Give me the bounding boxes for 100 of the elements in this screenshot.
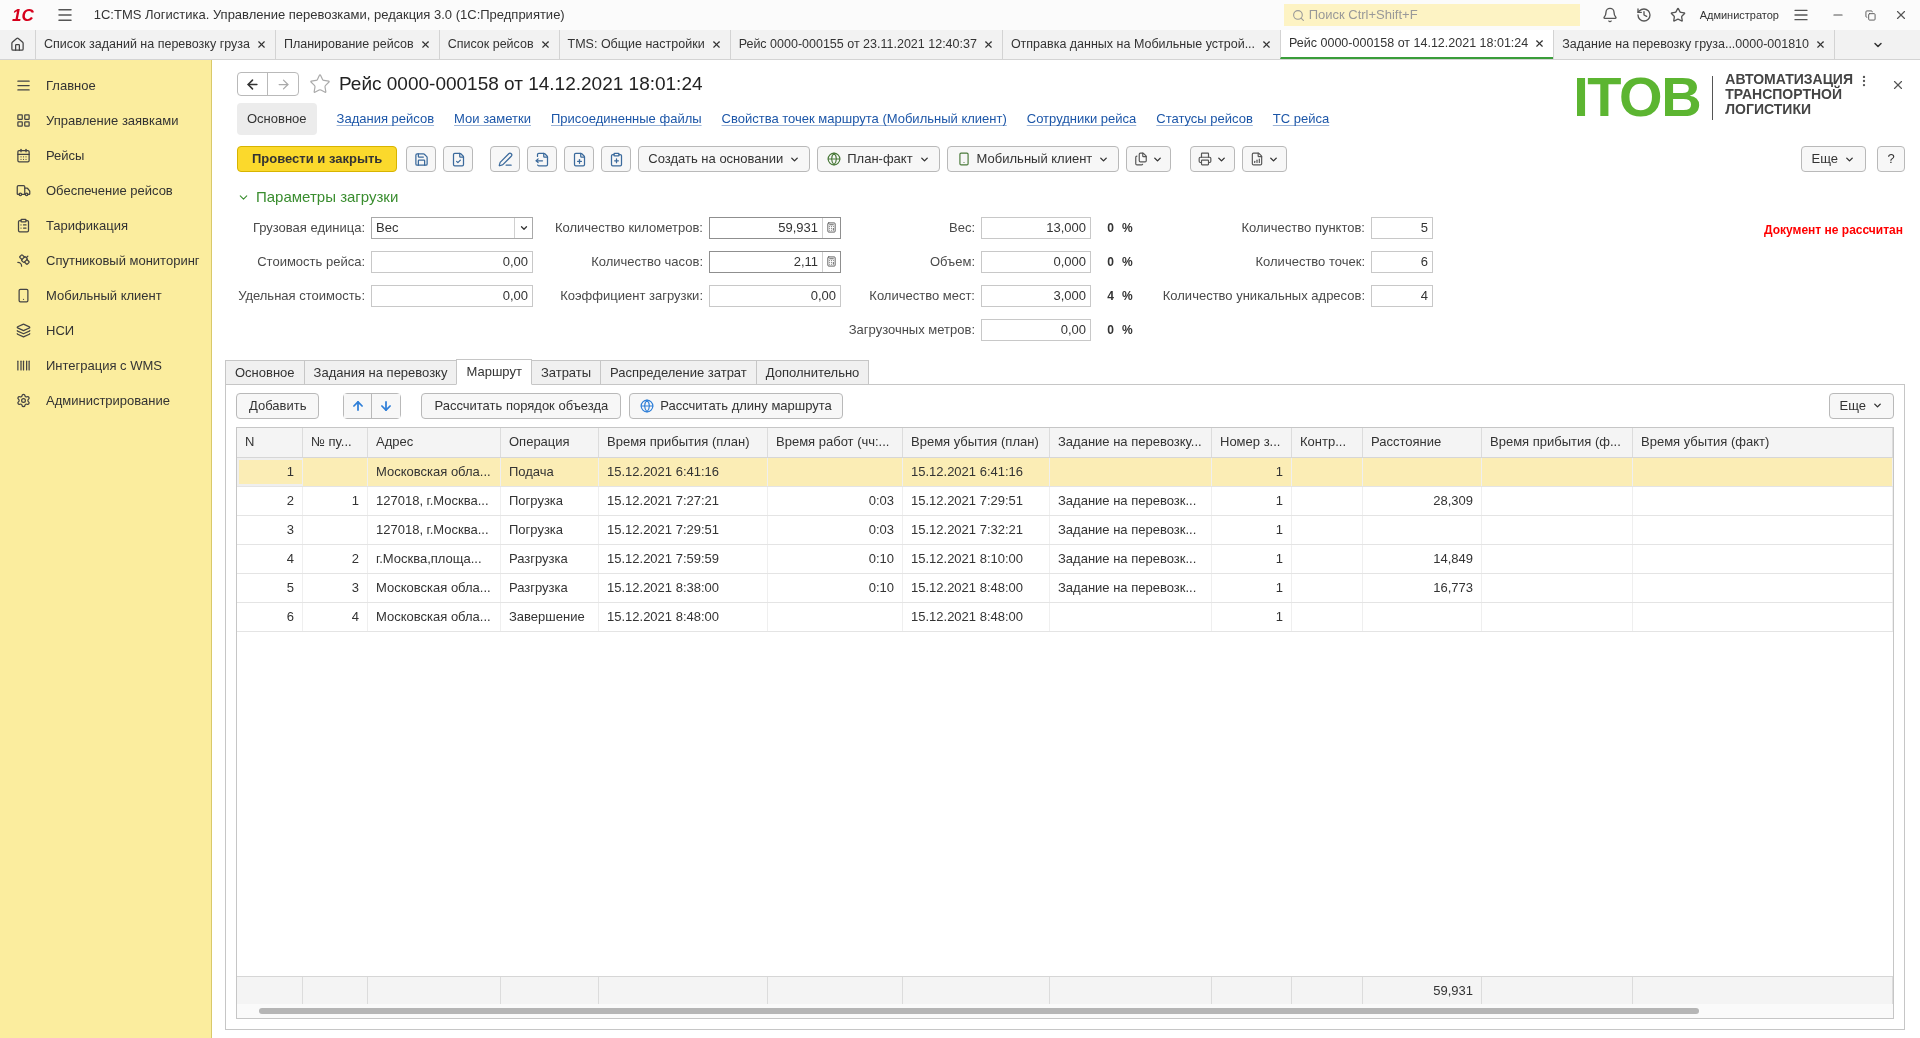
number-field[interactable]: 4 — [1371, 284, 1433, 307]
sidebar-item[interactable]: Обеспечение рейсов — [0, 173, 211, 208]
nav-link[interactable]: ТС рейса — [1272, 109, 1330, 129]
column-header[interactable]: Время убытия (план) — [903, 427, 1050, 457]
column-header[interactable]: Задание на перевозку... — [1050, 427, 1212, 457]
more-button[interactable]: Еще — [1828, 392, 1894, 419]
user-name[interactable]: Администратор — [1699, 6, 1779, 24]
column-header[interactable]: Время работ (чч:... — [768, 427, 903, 457]
menu-button[interactable] — [1242, 146, 1288, 172]
nav-link[interactable]: Задания рейсов — [336, 109, 435, 129]
document-tab[interactable]: Рейс 0000-000158 от 14.12.2021 18:01:24 — [1280, 30, 1554, 59]
form-tab[interactable]: Основное — [225, 359, 305, 385]
column-header[interactable]: Время прибытия (ф... — [1482, 427, 1633, 457]
menu-icon[interactable] — [1793, 7, 1809, 23]
form-tab[interactable]: Распределение затрат — [600, 359, 757, 385]
move-down-button[interactable] — [372, 393, 401, 418]
toolbar-button[interactable] — [443, 146, 474, 172]
menu-button[interactable]: Создать на основании — [638, 146, 811, 172]
number-field[interactable]: 3,000 — [981, 284, 1091, 307]
close-icon[interactable] — [539, 39, 551, 50]
column-header[interactable]: Расстояние — [1363, 427, 1482, 457]
column-header[interactable]: Время прибытия (план) — [599, 427, 768, 457]
toolbar-button[interactable] — [406, 146, 437, 172]
bell-icon[interactable] — [1601, 7, 1618, 23]
nav-link[interactable]: Сотрудники рейса — [1026, 109, 1137, 129]
post-and-close-button[interactable]: Провести и закрыть — [237, 146, 398, 172]
number-field[interactable]: 0,000 — [981, 250, 1091, 273]
back-icon[interactable] — [245, 76, 260, 92]
table-row[interactable]: 5 3 Московская обла... Разгрузка 15.12.2021 8:38:00 0:10 15.12.2021 8:48:00 Задание на перевозк... 1 16,773 — [237, 573, 1893, 603]
nav-link[interactable]: Присоединенные файлы — [551, 109, 702, 129]
horizontal-scrollbar[interactable] — [237, 1004, 1893, 1018]
home-icon[interactable] — [10, 37, 25, 52]
close-icon[interactable] — [1894, 8, 1908, 22]
form-tab[interactable]: Затраты — [530, 359, 602, 385]
close-icon[interactable] — [1815, 39, 1827, 50]
close-icon[interactable] — [419, 39, 431, 50]
star-icon[interactable] — [1669, 7, 1686, 23]
sidebar-item[interactable]: Главное — [0, 68, 211, 103]
close-icon[interactable] — [1891, 78, 1905, 92]
sidebar-item[interactable]: Интеграция с WMS — [0, 348, 211, 383]
menu-button[interactable] — [1190, 146, 1236, 172]
table-row[interactable]: 1 Московская обла... Подача 15.12.2021 6:41:16 15.12.2021 6:41:16 1 — [237, 457, 1893, 487]
number-field[interactable]: 2,11 — [709, 250, 841, 273]
add-button[interactable]: Добавить — [236, 392, 320, 419]
section-header[interactable]: Параметры загрузки — [237, 186, 399, 209]
column-header[interactable]: Контр... — [1292, 427, 1363, 457]
number-field[interactable]: 0,00 — [709, 284, 841, 307]
nav-link[interactable]: Статусы рейсов — [1156, 109, 1253, 129]
history-icon[interactable] — [1635, 7, 1652, 23]
close-icon[interactable] — [255, 39, 267, 50]
help-button[interactable]: ? — [1877, 146, 1905, 172]
close-icon[interactable] — [710, 39, 722, 50]
menu-button[interactable]: План-факт — [817, 146, 940, 172]
close-icon[interactable] — [982, 39, 994, 50]
sidebar-item[interactable]: НСИ — [0, 313, 211, 348]
number-field[interactable]: 13,000 — [981, 216, 1091, 239]
toolbar-button[interactable] — [564, 146, 595, 172]
sidebar-item[interactable]: Администрирование — [0, 383, 211, 418]
nav-tab[interactable]: Основное — [237, 103, 317, 135]
restore-icon[interactable] — [1865, 9, 1876, 21]
menu-button[interactable] — [1126, 146, 1172, 172]
number-field[interactable]: 59,931 — [709, 216, 841, 239]
table-row[interactable]: 6 4 Московская обла... Завершение 15.12.2021 8:48:00 15.12.2021 8:48:00 1 — [237, 602, 1893, 632]
toolbar-button[interactable] — [490, 146, 521, 172]
number-field[interactable]: 0,00 — [371, 284, 533, 307]
table-cell-text: Московская обла... — [376, 607, 491, 626]
number-field[interactable]: 5 — [1371, 216, 1433, 239]
table-row[interactable]: 4 2 г.Москва,площа... Разгрузка 15.12.2021 7:59:59 0:10 15.12.2021 8:10:00 Задание на перевозк... 1 14,849 — [237, 544, 1893, 574]
number-field[interactable]: 0,00 — [981, 318, 1091, 341]
close-icon[interactable] — [1261, 39, 1273, 50]
move-up-button[interactable] — [344, 393, 373, 418]
sidebar-item[interactable]: Тарификация — [0, 208, 211, 243]
close-icon[interactable] — [1534, 38, 1546, 49]
more-button[interactable]: Еще — [1800, 146, 1866, 172]
form-tab[interactable]: Задания на перевозку — [303, 359, 458, 385]
sidebar-item[interactable]: Мобильный клиент — [0, 278, 211, 313]
table-row[interactable]: 2 1 127018, г.Москва... Погрузка 15.12.2021 7:27:21 0:03 15.12.2021 7:29:51 Задание на перевозк... 1 28,309 — [237, 486, 1893, 516]
dropdown-field[interactable]: Вес — [371, 216, 533, 239]
column-header[interactable]: Номер з... — [1212, 427, 1292, 457]
calculate-order-button[interactable]: Рассчитать порядок объезда — [421, 392, 622, 419]
toolbar-button[interactable] — [527, 146, 558, 172]
column-header[interactable]: Время убытия (факт) — [1633, 427, 1893, 457]
menu-button[interactable]: Мобильный клиент — [946, 146, 1120, 172]
form-tab[interactable]: Маршрут — [456, 358, 532, 385]
column-header[interactable]: Адрес — [368, 427, 501, 457]
nav-link[interactable]: Мои заметки — [454, 109, 531, 129]
sidebar-item[interactable]: Спутниковый мониторинг — [0, 243, 211, 278]
form-tab[interactable]: Дополнительно — [755, 359, 870, 385]
number-field[interactable]: 0,00 — [371, 250, 533, 273]
column-header[interactable]: № пу... — [303, 427, 368, 457]
nav-link[interactable]: Свойства точек маршрута (Мобильный клиент) — [721, 109, 1007, 129]
column-header[interactable]: Операция — [501, 427, 599, 457]
toolbar-button[interactable] — [601, 146, 632, 172]
number-field[interactable]: 6 — [1371, 250, 1433, 273]
calculate-length-button[interactable]: Рассчитать длину маршрута — [629, 392, 843, 419]
sidebar-item[interactable]: Рейсы — [0, 138, 211, 173]
column-header[interactable]: N — [237, 427, 303, 457]
sidebar-item[interactable]: Управление заявками — [0, 103, 211, 138]
menu-icon[interactable] — [55, 6, 74, 24]
table-row[interactable]: 3 127018, г.Москва... Погрузка 15.12.2021 7:29:51 0:03 15.12.2021 7:32:21 Задание на перевозк... 1 — [237, 515, 1893, 545]
